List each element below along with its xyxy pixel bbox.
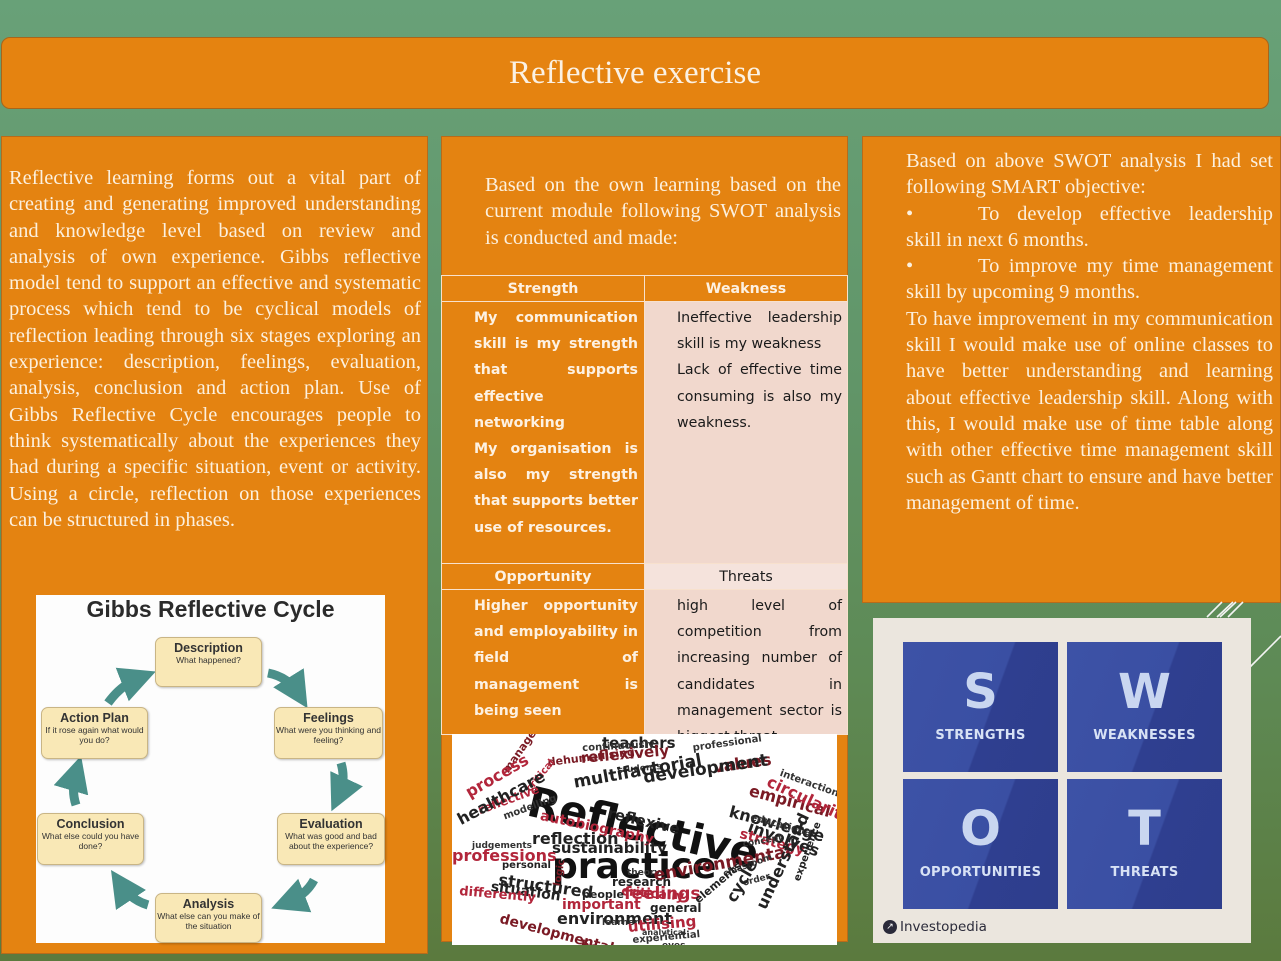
threats-text: high level of competition from increasin… bbox=[677, 598, 842, 734]
opportunity-header: Opportunity bbox=[441, 563, 645, 590]
swot-quadrant-strengths: S STRENGTHS bbox=[903, 642, 1058, 772]
gibbs-title: Gibbs Reflective Cycle bbox=[86, 596, 335, 622]
stage-question: What was good and bad about the experien… bbox=[285, 831, 377, 851]
stage-question: What else could you have done? bbox=[41, 831, 140, 851]
table-row: Higher opportunity and employability in … bbox=[441, 589, 848, 735]
gibbs-description-text: Reflective learning forms out a vital pa… bbox=[9, 167, 421, 531]
strength-header: Strength bbox=[441, 275, 645, 302]
stage-question: If it rose again what would you do? bbox=[45, 725, 144, 745]
stage-name: Analysis bbox=[182, 897, 235, 911]
swot-quadrant-weaknesses: W WEAKNESSES bbox=[1067, 642, 1222, 772]
threats-cell: high level of competition from increasin… bbox=[644, 589, 848, 735]
quadrant-label: STRENGTHS bbox=[935, 728, 1026, 743]
swot-quadrant-opportunities: O OPPORTUNITIES bbox=[903, 779, 1058, 909]
strength-cell: My communication skill is my strength th… bbox=[441, 301, 645, 564]
smart-intro: Based on above SWOT analysis I had set f… bbox=[906, 150, 1273, 199]
threats-header: Threats bbox=[644, 563, 848, 590]
investopedia-logo-icon: ↗ bbox=[883, 920, 897, 934]
stage-name: Action Plan bbox=[60, 711, 129, 725]
weakness-text: Ineffective leadership skill is my weakn… bbox=[677, 310, 842, 353]
weakness-header: Weakness bbox=[644, 275, 848, 302]
weakness-cell: Ineffective leadership skill is my weakn… bbox=[644, 301, 848, 564]
investopedia-brand: ↗ Investopedia bbox=[883, 919, 987, 935]
arrow-icon bbox=[111, 870, 150, 910]
swot-intro-text: Based on the own learning based on the c… bbox=[485, 174, 841, 249]
quadrant-label: THREATS bbox=[1110, 865, 1179, 880]
quadrant-label: WEAKNESSES bbox=[1093, 728, 1196, 743]
smart-objectives-text: Based on above SWOT analysis I had set f… bbox=[906, 148, 1273, 516]
quadrant-label: OPPORTUNITIES bbox=[919, 865, 1042, 880]
stage-name: Description bbox=[174, 641, 243, 655]
strength-text-2: My organisation is also my strength that… bbox=[474, 441, 638, 536]
stage-analysis: Analysis What else can you make of the s… bbox=[155, 893, 262, 943]
arrow-icon bbox=[104, 667, 156, 706]
quadrant-letter: O bbox=[960, 801, 1001, 857]
word-cloud-word: eyes bbox=[662, 941, 685, 945]
arrow-icon bbox=[266, 668, 308, 709]
smart-plan: To have improvement in my communication … bbox=[906, 307, 1273, 514]
word-cloud-word: professional bbox=[692, 734, 763, 754]
stage-name: Conclusion bbox=[56, 817, 125, 831]
arrow-icon bbox=[53, 755, 89, 807]
slide-title-text: Reflective exercise bbox=[509, 54, 761, 91]
objective-item: • To develop effective leadership skill i… bbox=[906, 201, 1273, 254]
right-panel: Based on above SWOT analysis I had set f… bbox=[862, 136, 1281, 603]
table-row: My communication skill is my strength th… bbox=[441, 301, 848, 564]
reflective-practice-word-cloud: teachers continuously reflexively professio… bbox=[452, 734, 837, 945]
weakness-text-2: Lack of effective time consuming is also… bbox=[677, 362, 842, 431]
stage-conclusion: Conclusion What else could you have done… bbox=[37, 813, 144, 865]
bullet-icon: • bbox=[906, 202, 914, 225]
word-cloud-word: personal bbox=[502, 859, 551, 871]
table-row: Strength Weakness bbox=[441, 275, 848, 302]
stage-question: What else can you make of the situation bbox=[157, 911, 260, 931]
arrow-icon bbox=[271, 877, 318, 913]
swot-quadrant-threats: T THREATS bbox=[1067, 779, 1222, 909]
stage-name: Feelings bbox=[303, 711, 354, 725]
bullet-icon: • bbox=[906, 255, 914, 278]
opportunity-text: Higher opportunity and employability in … bbox=[474, 598, 638, 719]
strength-text: My communication skill is my strength th… bbox=[474, 310, 638, 431]
stage-question: What were you thinking and feeling? bbox=[276, 725, 381, 745]
stage-name: Evaluation bbox=[299, 817, 363, 831]
opportunity-cell: Higher opportunity and employability in … bbox=[441, 589, 645, 735]
quadrant-letter: S bbox=[963, 664, 998, 720]
brand-text: Investopedia bbox=[900, 919, 987, 935]
table-row: Opportunity Threats bbox=[441, 563, 848, 590]
objective-item: • To improve my time management skill by … bbox=[906, 253, 1273, 306]
gibbs-cycle-image: Gibbs Reflective Cycle Description What … bbox=[36, 595, 385, 943]
quadrant-letter: W bbox=[1118, 664, 1171, 720]
swot-table: Strength Weakness My communication skill… bbox=[441, 275, 848, 735]
swot-graphic: S STRENGTHS W WEAKNESSES O OPPORTUNITIES… bbox=[873, 618, 1251, 943]
stage-question: What happened? bbox=[176, 655, 241, 665]
slide-title: Reflective exercise bbox=[1, 37, 1269, 109]
stage-action-plan: Action Plan If it rose again what would … bbox=[41, 707, 148, 759]
stage-feelings: Feelings What were you thinking and feel… bbox=[274, 707, 383, 759]
arrow-icon bbox=[330, 761, 363, 812]
stage-description: Description What happened? bbox=[155, 637, 262, 687]
stage-evaluation: Evaluation What was good and bad about t… bbox=[277, 813, 385, 865]
quadrant-letter: T bbox=[1128, 801, 1161, 857]
